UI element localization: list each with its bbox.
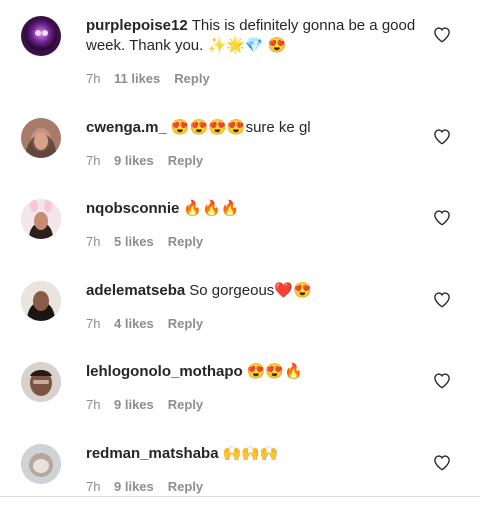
user-photo-avatar-icon (21, 444, 61, 484)
avatar[interactable] (21, 444, 61, 484)
purple-orb-avatar-icon (21, 16, 61, 56)
comment-username[interactable]: adelematseba (86, 282, 185, 299)
user-photo-avatar-icon (21, 118, 61, 158)
avatar[interactable] (21, 362, 61, 402)
like-heart-icon[interactable] (433, 26, 451, 44)
comment-body: cwenga.m_ 😍😍😍😍sure ke gl (86, 118, 426, 138)
reply-button[interactable]: Reply (168, 233, 203, 251)
like-heart-icon[interactable] (433, 291, 451, 309)
comment-likes[interactable]: 9 likes (114, 478, 154, 496)
comment-item: nqobsconnie 🔥🔥🔥 7h 5 likes Reply (0, 199, 480, 281)
like-heart-icon[interactable] (433, 128, 451, 146)
comment-body: nqobsconnie 🔥🔥🔥 (86, 199, 426, 219)
user-photo-avatar-icon (21, 281, 61, 321)
comment-time: 7h (86, 153, 101, 168)
comment-item: adelematseba So gorgeous❤️😍 7h 4 likes Repl… (0, 281, 480, 363)
comment-likes[interactable]: 4 likes (114, 315, 154, 333)
like-heart-icon[interactable] (433, 209, 451, 227)
comment-meta: 7h 9 likes Reply (86, 152, 203, 170)
comment-meta: 7h 9 likes Reply (86, 396, 203, 414)
comment-username[interactable]: redman_matshaba (86, 445, 219, 462)
comment-time: 7h (86, 71, 101, 86)
comment-likes[interactable]: 9 likes (114, 396, 154, 414)
user-photo-avatar-icon (21, 362, 61, 402)
comment-body: adelematseba So gorgeous❤️😍 (86, 281, 426, 301)
comment-likes[interactable]: 11 likes (114, 70, 160, 88)
comment-item: cwenga.m_ 😍😍😍😍sure ke gl 7h 9 likes Reply (0, 118, 480, 200)
comment-likes[interactable]: 5 likes (114, 233, 154, 251)
reply-button[interactable]: Reply (168, 478, 203, 496)
reply-button[interactable]: Reply (168, 152, 203, 170)
comment-text: 😍😍🔥 (246, 363, 303, 380)
comment-text: So gorgeous❤️😍 (189, 282, 312, 299)
bottom-divider (0, 496, 480, 497)
comment-time: 7h (86, 479, 101, 494)
comment-body: lehlogonolo_mothapo 😍😍🔥 (86, 362, 426, 382)
comment-meta: 7h 4 likes Reply (86, 315, 203, 333)
comment-username[interactable]: lehlogonolo_mothapo (86, 363, 243, 380)
reply-button[interactable]: Reply (168, 315, 203, 333)
avatar[interactable] (21, 118, 61, 158)
comment-text: 😍😍😍😍sure ke gl (170, 119, 311, 136)
comment-username[interactable]: cwenga.m_ (86, 119, 167, 136)
reply-button[interactable]: Reply (174, 70, 209, 88)
comment-item: redman_matshaba 🙌🙌🙌 7h 9 likes Reply (0, 444, 480, 526)
user-photo-avatar-icon (21, 199, 61, 239)
comment-username[interactable]: purplepoise12 (86, 17, 188, 34)
comment-item: lehlogonolo_mothapo 😍😍🔥 7h 9 likes Reply (0, 362, 480, 444)
comment-text: 🔥🔥🔥 (183, 200, 240, 217)
comment-likes[interactable]: 9 likes (114, 152, 154, 170)
like-heart-icon[interactable] (433, 372, 451, 390)
comment-meta: 7h 11 likes Reply (86, 70, 210, 88)
like-heart-icon[interactable] (433, 454, 451, 472)
reply-button[interactable]: Reply (168, 396, 203, 414)
comment-body: redman_matshaba 🙌🙌🙌 (86, 444, 426, 464)
comments-list: purplepoise12 This is definitely gonna be… (0, 0, 480, 500)
comment-username[interactable]: nqobsconnie (86, 200, 179, 217)
comment-meta: 7h 9 likes Reply (86, 478, 203, 496)
comment-text: 🙌🙌🙌 (222, 445, 279, 462)
avatar[interactable] (21, 199, 61, 239)
avatar[interactable] (21, 281, 61, 321)
comment-item: purplepoise12 This is definitely gonna be… (0, 16, 480, 98)
comment-time: 7h (86, 316, 101, 331)
comment-body: purplepoise12 This is definitely gonna be… (86, 16, 426, 56)
comment-time: 7h (86, 234, 101, 249)
comment-meta: 7h 5 likes Reply (86, 233, 203, 251)
avatar[interactable] (21, 16, 61, 56)
comment-time: 7h (86, 397, 101, 412)
